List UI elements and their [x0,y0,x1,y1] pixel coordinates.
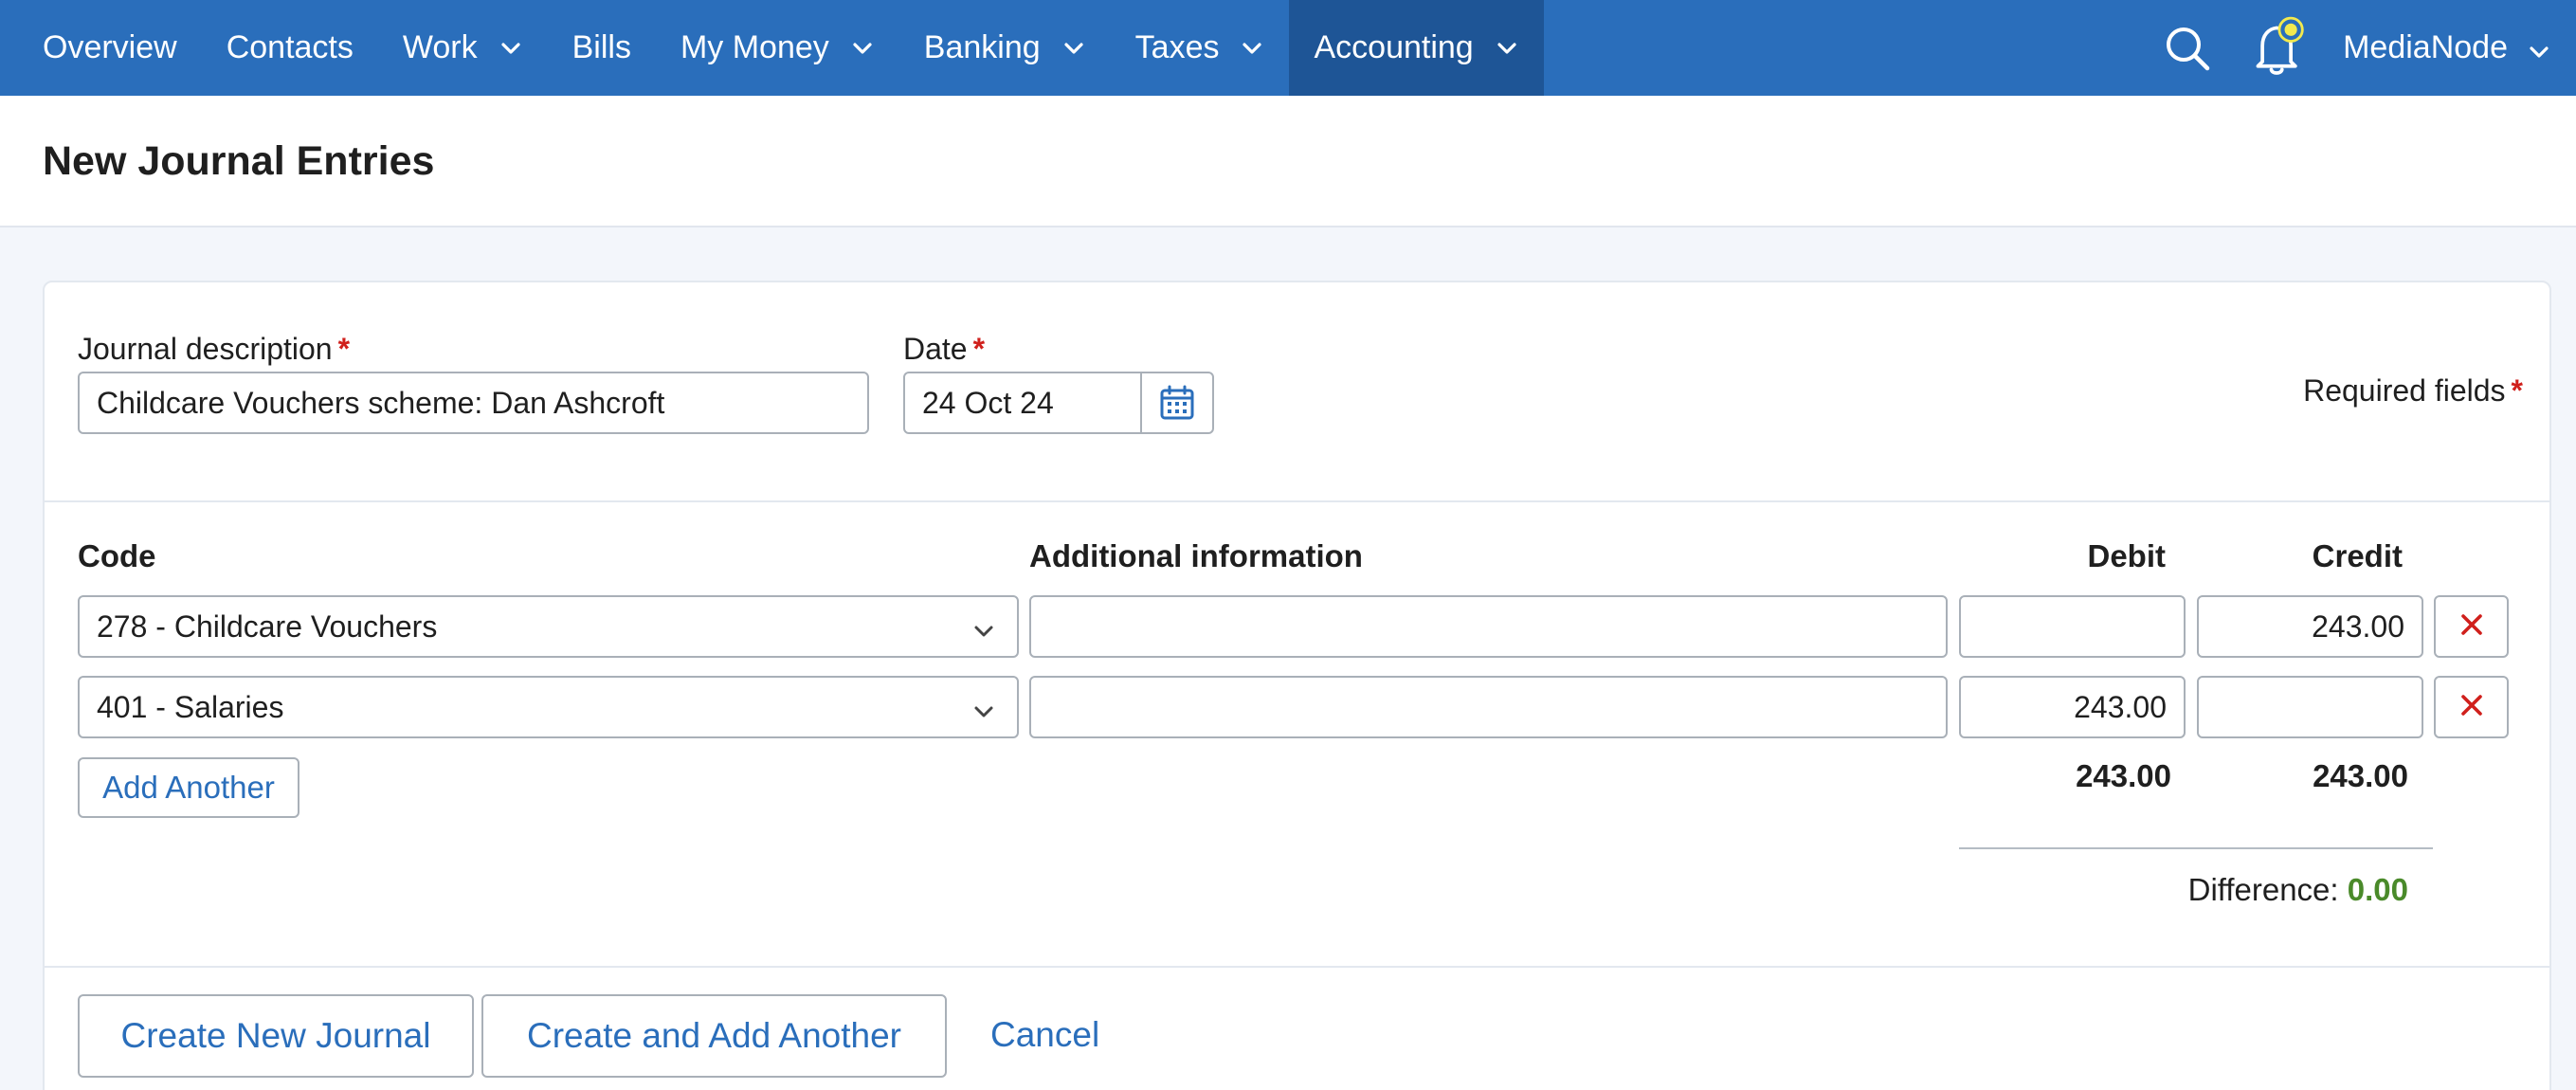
journal-description-input[interactable] [78,372,869,434]
totals-divider [1959,847,2433,849]
required-marker: * [337,332,351,366]
nav-item-label: Overview [43,29,177,65]
credit-input[interactable] [2197,595,2423,658]
cancel-link[interactable]: Cancel [990,1015,1099,1055]
nav-item-contacts[interactable]: Contacts [202,0,378,96]
chevron-down-icon [2527,36,2551,61]
required-marker: * [2511,373,2523,408]
nav-item-label: Bills [571,29,631,65]
chevron-down-icon [1240,36,1264,61]
section-divider [45,500,2549,502]
top-navigation: Overview Contacts Work Bills My Money Ba… [0,0,2576,96]
search-icon[interactable] [2159,0,2216,96]
nav-item-label: Work [402,29,478,65]
section-divider [45,966,2549,968]
column-header-additional: Additional information [1029,538,1363,573]
column-header-credit: Credit [2312,538,2403,573]
nav-item-accounting[interactable]: Accounting [1289,0,1544,96]
nav-item-my-money[interactable]: My Money [656,0,899,96]
create-new-journal-button[interactable]: Create New Journal [78,994,474,1078]
required-note-text: Required fields [2303,373,2506,408]
chevron-down-icon [971,616,996,641]
code-select-value: 401 - Salaries [97,689,284,724]
difference-label: Difference: [2187,872,2339,907]
chevron-down-icon [499,36,523,61]
credit-input[interactable] [2197,676,2423,738]
nav-item-label: Taxes [1134,29,1220,65]
add-another-button[interactable]: Add Another [78,757,299,818]
delete-line-button[interactable] [2434,595,2509,658]
nav-item-label: Banking [923,29,1041,65]
additional-info-input[interactable] [1029,676,1948,738]
date-input[interactable] [905,373,1140,432]
nav-item-bills[interactable]: Bills [548,0,656,96]
difference-value: 0.00 [2347,872,2408,907]
chevron-down-icon [1061,36,1086,61]
chevron-down-icon [971,697,996,721]
description-label: Journal description * [78,332,350,367]
nav-item-banking[interactable]: Banking [899,0,1111,96]
debit-total: 243.00 [2076,758,2171,793]
code-select[interactable]: 278 - Childcare Vouchers [78,595,1019,658]
account-menu[interactable]: MediaNode [2343,29,2576,66]
credit-total: 243.00 [2313,758,2408,793]
difference-summary: Difference: 0.00 [2188,872,2408,908]
page-header: New Journal Entries [0,96,2576,227]
description-label-text: Journal description [78,332,333,366]
create-and-add-another-button[interactable]: Create and Add Another [481,994,947,1078]
delete-line-button[interactable] [2434,676,2509,738]
required-fields-note: Required fields * [2303,373,2523,409]
close-icon [2459,612,2484,642]
date-label-text: Date [903,332,968,366]
page-title: New Journal Entries [43,138,435,184]
required-marker: * [972,332,986,366]
debit-input[interactable] [1959,595,2186,658]
date-label: Date * [903,332,985,367]
close-icon [2459,693,2484,722]
code-select[interactable]: 401 - Salaries [78,676,1019,738]
chevron-down-icon [1495,36,1519,61]
column-header-debit: Debit [2087,538,2167,573]
nav-item-label: My Money [680,29,829,65]
journal-form-card: Journal description* Date* Required fiel… [43,281,2551,1090]
account-name: MediaNode [2343,29,2508,65]
bell-icon[interactable] [2250,0,2307,96]
chevron-down-icon [850,36,875,61]
nav-right-group: MediaNode [2159,0,2576,96]
date-field [903,372,1214,434]
nav-item-label: Accounting [1314,29,1474,65]
debit-input[interactable] [1959,676,2186,738]
code-select-value: 278 - Childcare Vouchers [97,609,438,644]
nav-item-work[interactable]: Work [378,0,548,96]
additional-info-input[interactable] [1029,595,1948,658]
nav-item-taxes[interactable]: Taxes [1111,0,1290,96]
column-header-code: Code [78,538,156,573]
nav-item-overview[interactable]: Overview [0,0,202,96]
nav-item-label: Contacts [226,29,354,65]
calendar-icon[interactable] [1140,373,1212,432]
